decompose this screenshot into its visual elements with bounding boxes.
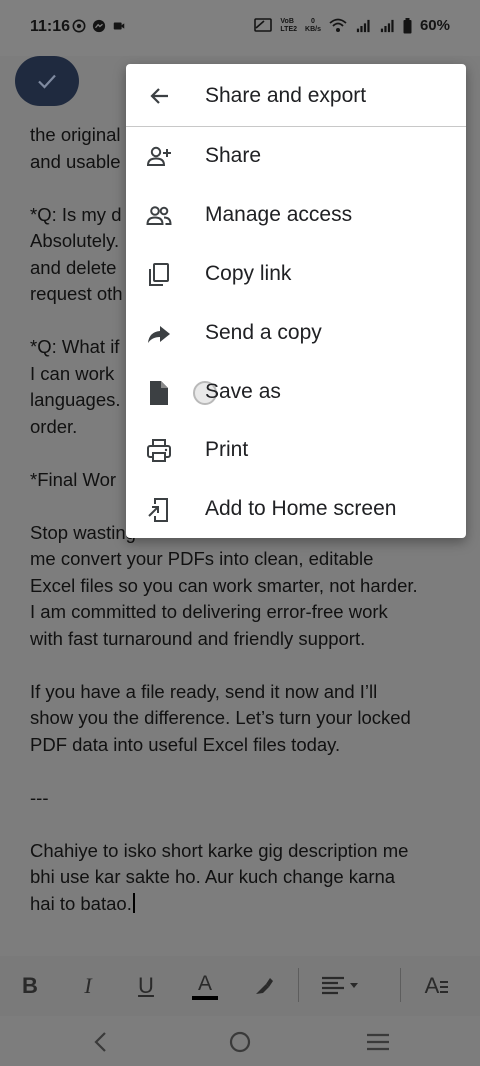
- add-to-home-icon: [148, 498, 168, 522]
- bold-button[interactable]: B: [18, 972, 42, 1000]
- status-bar: 11:16 VoB LTE2 0 KB/s 60%: [0, 0, 480, 56]
- status-system-icons: VoB LTE2 0 KB/s 60%: [254, 17, 450, 34]
- status-notification-icons: [72, 19, 126, 33]
- format-toolbar: B I U A A: [0, 956, 480, 1016]
- text-color-button[interactable]: A: [192, 972, 218, 1000]
- status-time: 11:16: [30, 18, 71, 35]
- text-style-lines-icon: [440, 981, 449, 993]
- text-color-label: A: [197, 971, 212, 995]
- document-line: bhi use kar sakte ho. Aur kuch change ka…: [30, 866, 396, 887]
- messenger-icon: [92, 19, 106, 33]
- person-add-icon: [146, 146, 171, 166]
- text-color-swatch: [192, 995, 218, 1000]
- menu-item-copy-link[interactable]: Copy link: [126, 245, 466, 303]
- battery-percent: 60%: [419, 17, 450, 34]
- text-style-button[interactable]: A: [422, 972, 452, 1000]
- document-paragraph: Chahiye to isko short karke gig descript…: [30, 838, 460, 918]
- document-line: show you the difference. Let’s turn your…: [30, 707, 411, 728]
- printer-icon: [147, 439, 171, 462]
- network-speed: 0 KB/s: [305, 17, 321, 33]
- cast-icon: [254, 17, 273, 32]
- menu-item-add-home-screen[interactable]: Add to Home screen: [126, 480, 466, 538]
- file-icon: [150, 381, 168, 405]
- system-nav-bar: [0, 1016, 480, 1066]
- back-arrow-icon[interactable]: [148, 84, 172, 108]
- document-line: hai to batao.: [30, 891, 460, 918]
- document-line: Chahiye to isko short karke gig descript…: [30, 839, 409, 861]
- document-paragraph: ---: [30, 785, 460, 812]
- menu-header: Share and export: [126, 64, 466, 127]
- document-line: I am committed to delivering error-free …: [30, 601, 388, 622]
- document-paragraph: Stop wasting me convert your PDFs into cl…: [30, 520, 460, 653]
- battery-icon: [403, 17, 412, 33]
- italic-button[interactable]: I: [76, 972, 100, 1000]
- forward-arrow-icon: [148, 326, 170, 343]
- document-line: If you have a file ready, send it now an…: [30, 680, 378, 702]
- toolbar-divider: [298, 968, 299, 1002]
- wifi-icon: [329, 18, 347, 32]
- recents-menu-icon[interactable]: [364, 1028, 392, 1056]
- people-icon: [146, 206, 172, 225]
- menu-item-save-as[interactable]: Save as: [126, 363, 466, 421]
- document-line: PDF data into useful Excel files today.: [30, 733, 341, 755]
- align-icon[interactable]: [320, 972, 362, 1000]
- text-cursor: [132, 892, 135, 913]
- share-export-menu: Share and export Share Manage access Cop…: [126, 64, 466, 538]
- back-icon[interactable]: [87, 1028, 115, 1056]
- menu-item-manage-access[interactable]: Manage access: [126, 186, 466, 244]
- document-line: Excel files so you can work smarter, not…: [30, 574, 418, 596]
- document-line: me convert your PDFs into clean, editabl…: [30, 548, 374, 569]
- menu-title: Share and export: [205, 84, 367, 107]
- signal-icon-2: [380, 19, 394, 32]
- signal-icon-1: [356, 19, 370, 32]
- whatsapp-icon: [72, 19, 86, 33]
- underline-button[interactable]: U: [134, 972, 158, 1000]
- menu-item-share[interactable]: Share: [126, 127, 466, 185]
- document-line: ---: [30, 786, 49, 808]
- menu-item-print[interactable]: Print: [126, 421, 466, 479]
- document-paragraph: If you have a file ready, send it now an…: [30, 679, 460, 759]
- home-icon[interactable]: [226, 1028, 254, 1056]
- done-button[interactable]: [15, 56, 79, 106]
- video-icon: [113, 22, 125, 30]
- document-line: with fast turnaround and friendly suppor…: [30, 627, 366, 649]
- toolbar-divider: [400, 968, 401, 1002]
- check-icon: [38, 74, 56, 89]
- volte-indicator: VoB LTE2: [280, 17, 298, 33]
- highlight-icon[interactable]: [252, 972, 276, 1000]
- menu-item-send-copy[interactable]: Send a copy: [126, 304, 466, 362]
- copy-icon: [149, 263, 169, 286]
